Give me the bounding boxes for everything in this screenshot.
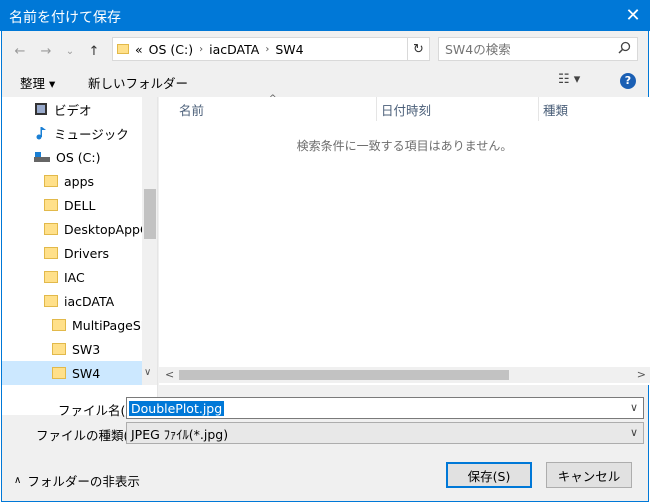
up-arrow-icon[interactable]: ↑ — [86, 40, 102, 62]
breadcrumb-sw4[interactable]: SW4 — [275, 42, 303, 57]
tree-item-iacdata[interactable]: iacDATA — [2, 289, 142, 313]
tree-item-desktopappc[interactable]: DesktopAppC — [2, 217, 142, 241]
tree-item-label: Drivers — [64, 245, 109, 261]
folder-icon — [52, 343, 66, 355]
tree-item-dell[interactable]: DELL — [2, 193, 142, 217]
save-button[interactable]: 保存(S) — [446, 462, 532, 488]
tree-item-label: OS (C:) — [56, 149, 101, 165]
organize-button[interactable]: 整理 ▾ — [20, 73, 55, 92]
breadcrumb-iacdata[interactable]: iacDATA — [209, 42, 259, 57]
chevron-down-icon[interactable]: ∨ — [630, 401, 638, 414]
breadcrumb-overflow[interactable]: « — [135, 42, 143, 57]
folder-icon — [117, 44, 129, 54]
tree-item-label: ビデオ — [54, 102, 92, 118]
column-label: 種類 — [543, 102, 569, 118]
tree-item-sw4[interactable]: SW4 — [2, 361, 142, 385]
tree-item-label: apps — [64, 173, 95, 189]
address-bar[interactable]: « OS (C:) › iacDATA › SW4 ↻ — [112, 37, 430, 61]
tree-item-sw3[interactable]: SW3 — [2, 337, 142, 361]
toolbar: 整理 ▾ 新しいフォルダー ☷ ▾ ? — [2, 67, 650, 97]
chevron-down-icon[interactable]: ∨ — [630, 426, 638, 439]
tree-scrollbar[interactable]: ∨ — [142, 97, 157, 385]
window-title: 名前を付けて保存 — [9, 10, 121, 26]
folder-icon — [52, 319, 66, 331]
save-dialog: ← → ⌄ ↑ « OS (C:) › iacDATA › SW4 ↻ 整理 ▾… — [1, 31, 650, 502]
tree-item-drivers[interactable]: Drivers — [2, 241, 142, 265]
tree-item-iac[interactable]: IAC — [2, 265, 142, 289]
chevron-right-icon[interactable]: > — [637, 368, 646, 381]
breadcrumb-os-c[interactable]: OS (C:) — [149, 42, 193, 57]
hide-folders-toggle[interactable]: ∧ フォルダーの非表示 — [14, 471, 140, 490]
empty-message: 検索条件に一致する項目はありません。 — [296, 139, 513, 153]
drive-icon — [34, 152, 50, 162]
navigation-pane[interactable]: ビデオ ミュージック OS (C:) apps DELL DesktopAppC… — [2, 97, 158, 415]
folder-icon — [44, 199, 58, 211]
video-icon — [35, 103, 47, 115]
filetype-select[interactable]: JPEG ﾌｧｲﾙ(*.jpg) ∨ — [126, 422, 644, 444]
chevron-left-icon[interactable]: < — [165, 368, 174, 381]
scrollbar-thumb[interactable] — [179, 370, 509, 380]
search-icon[interactable] — [618, 41, 631, 54]
horizontal-scrollbar[interactable]: < > — [159, 367, 650, 383]
column-header-date[interactable]: 日付時刻 — [377, 97, 539, 121]
folder-icon — [44, 271, 58, 283]
tree-item-label: ミュージック — [54, 126, 129, 142]
help-icon[interactable]: ? — [620, 73, 636, 89]
back-arrow-icon[interactable]: ← — [12, 40, 28, 62]
refresh-icon[interactable]: ↻ — [407, 38, 429, 60]
cancel-button[interactable]: キャンセル — [546, 462, 632, 488]
tree-item-label: SW3 — [72, 341, 101, 357]
column-header-name[interactable]: 名前 — [159, 97, 377, 121]
search-box[interactable] — [438, 37, 638, 61]
file-list[interactable]: 名前 ^ 日付時刻 種類 検索条件に一致する項目はありません。 — [159, 94, 650, 385]
search-input[interactable] — [439, 38, 609, 60]
folder-icon — [52, 367, 66, 379]
tree-item-apps[interactable]: apps — [2, 169, 142, 193]
filename-value[interactable]: DoublePlot.jpg — [129, 400, 225, 416]
filename-field[interactable]: DoublePlot.jpg ∨ — [126, 397, 644, 419]
close-icon[interactable]: ✕ — [616, 0, 650, 31]
folder-icon — [44, 175, 58, 187]
chevron-down-icon[interactable]: ∨ — [144, 367, 151, 378]
folder-icon — [44, 223, 58, 235]
scrollbar-thumb[interactable] — [144, 189, 156, 239]
column-header-type[interactable]: 種類 — [539, 97, 650, 121]
new-folder-button[interactable]: 新しいフォルダー — [88, 73, 188, 92]
folder-icon — [44, 295, 58, 307]
forward-arrow-icon[interactable]: → — [38, 40, 54, 62]
tree-item-label: IAC — [64, 269, 85, 285]
music-icon — [36, 127, 46, 140]
hide-folders-label[interactable]: フォルダーの非表示 — [27, 471, 140, 490]
chevron-right-icon[interactable]: › — [265, 44, 269, 55]
folder-icon — [44, 247, 58, 259]
tree-item-os-c[interactable]: OS (C:) — [2, 145, 142, 169]
chevron-up-icon[interactable]: ∧ — [14, 475, 21, 486]
tree-item-label: MultiPageSD — [72, 317, 142, 333]
recent-locations-icon[interactable]: ⌄ — [64, 40, 76, 62]
tree-item-label: DesktopAppC — [64, 221, 142, 237]
filetype-value[interactable]: JPEG ﾌｧｲﾙ(*.jpg) — [127, 424, 228, 443]
tree-item-label: iacDATA — [64, 293, 115, 309]
view-options-icon[interactable]: ☷ ▾ — [558, 72, 580, 87]
column-label: 日付時刻 — [381, 102, 432, 118]
title-bar: 名前を付けて保存 ✕ — [0, 0, 650, 31]
tree-item-multipagesd[interactable]: MultiPageSD — [2, 313, 142, 337]
tree-item-label: SW4 — [72, 365, 101, 381]
tree-item-label: DELL — [64, 197, 96, 213]
column-label: 名前 — [179, 102, 205, 118]
tree-item-music[interactable]: ミュージック — [2, 121, 142, 145]
sort-ascending-icon: ^ — [269, 94, 277, 104]
tree-item-videos[interactable]: ビデオ — [2, 97, 142, 121]
chevron-right-icon[interactable]: › — [199, 44, 203, 55]
